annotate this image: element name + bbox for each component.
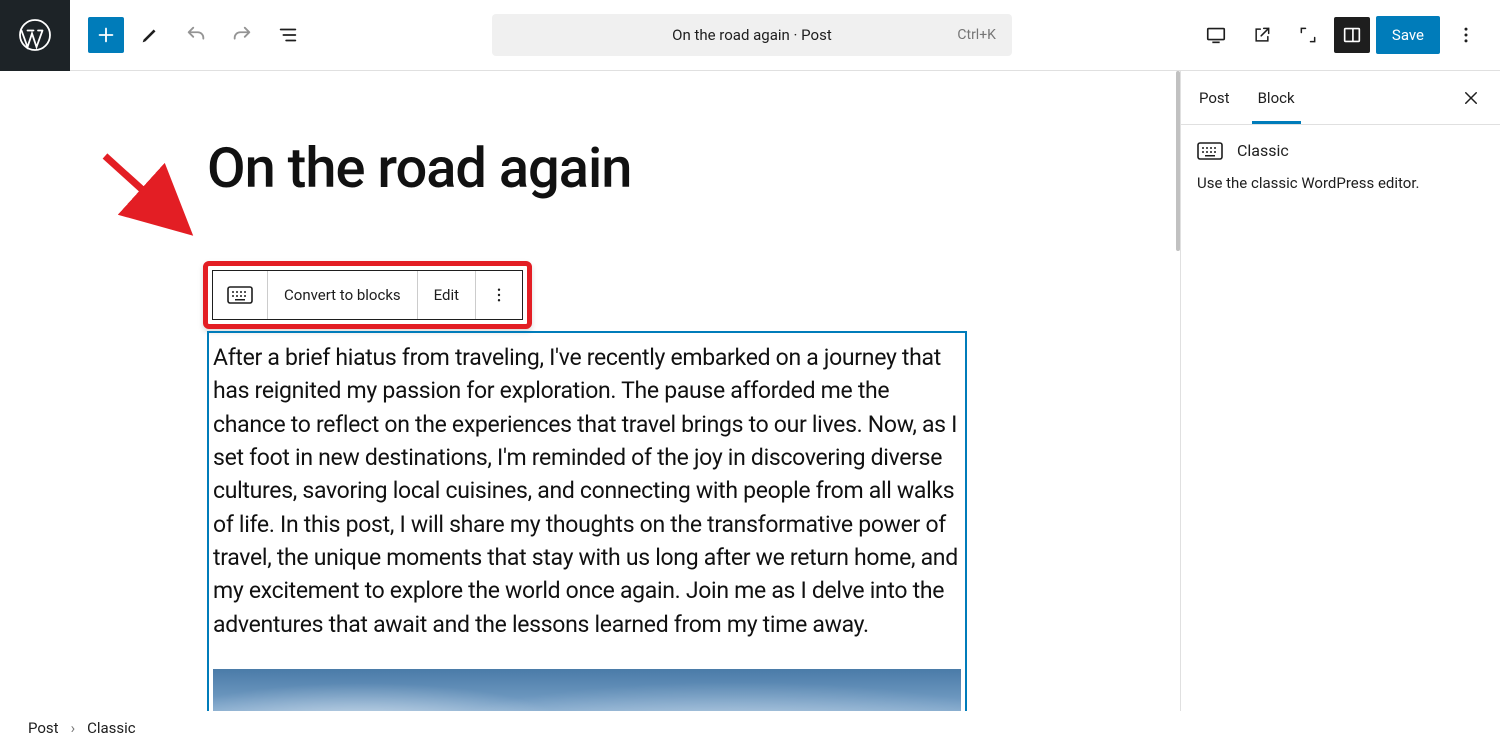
block-options-button[interactable] xyxy=(476,271,522,319)
toolbar-left-group xyxy=(70,15,308,55)
keyboard-icon xyxy=(227,286,253,304)
scrollbar[interactable] xyxy=(1176,71,1180,251)
redo-button[interactable] xyxy=(222,15,262,55)
editor-canvas: On the road again Convert to blocks Edit xyxy=(0,71,1180,711)
toolbar-right-group: Save xyxy=(1196,15,1500,55)
settings-sidebar: Post Block Classic Use the classic WordP… xyxy=(1180,71,1500,711)
document-title: On the road again · Post xyxy=(672,26,832,44)
close-sidebar-button[interactable] xyxy=(1446,77,1496,119)
block-toolbar-highlight: Convert to blocks Edit xyxy=(203,261,532,329)
classic-block[interactable]: After a brief hiatus from traveling, I'v… xyxy=(207,331,967,711)
add-block-button[interactable] xyxy=(88,17,124,53)
sidebar-tabs: Post Block xyxy=(1181,71,1500,125)
block-info-header: Classic xyxy=(1197,141,1484,160)
more-vertical-icon xyxy=(490,286,508,304)
document-overview-button[interactable] xyxy=(268,15,308,55)
undo-icon xyxy=(185,24,207,46)
save-button[interactable]: Save xyxy=(1376,16,1440,54)
wordpress-icon xyxy=(17,17,53,53)
keyboard-icon xyxy=(1197,142,1223,160)
breadcrumb-leaf[interactable]: Classic xyxy=(87,719,136,737)
sidebar-body: Classic Use the classic WordPress editor… xyxy=(1181,125,1500,211)
breadcrumb-root[interactable]: Post xyxy=(28,719,59,737)
edit-button[interactable]: Edit xyxy=(418,271,476,319)
block-toolbar: Convert to blocks Edit xyxy=(212,270,523,320)
settings-panel-toggle[interactable] xyxy=(1334,17,1370,53)
document-bar[interactable]: On the road again · Post Ctrl+K xyxy=(492,14,1012,56)
tab-post[interactable]: Post xyxy=(1185,73,1244,123)
document-bar-wrap: On the road again · Post Ctrl+K xyxy=(308,14,1196,56)
tab-block[interactable]: Block xyxy=(1244,73,1309,123)
redo-icon xyxy=(231,24,253,46)
chevron-right-icon: › xyxy=(71,719,76,737)
block-type-button[interactable] xyxy=(213,271,268,319)
breadcrumb: Post › Classic xyxy=(28,719,136,737)
view-desktop-button[interactable] xyxy=(1196,15,1236,55)
shortcut-hint: Ctrl+K xyxy=(957,27,996,43)
block-name-label: Classic xyxy=(1237,141,1289,160)
pencil-icon xyxy=(139,24,161,46)
workspace: On the road again Convert to blocks Edit xyxy=(0,71,1500,711)
options-menu-button[interactable] xyxy=(1446,15,1486,55)
editor-topbar: On the road again · Post Ctrl+K Save xyxy=(0,0,1500,71)
list-view-icon xyxy=(277,24,299,46)
block-description: Use the classic WordPress editor. xyxy=(1197,172,1484,195)
tools-button[interactable] xyxy=(130,15,170,55)
convert-to-blocks-button[interactable]: Convert to blocks xyxy=(268,271,418,319)
wordpress-logo[interactable] xyxy=(0,0,70,71)
desktop-icon xyxy=(1205,24,1227,46)
annotation-arrow-icon xyxy=(100,151,200,241)
close-icon xyxy=(1462,89,1480,107)
sidebar-icon xyxy=(1341,24,1363,46)
fullscreen-button[interactable] xyxy=(1288,15,1328,55)
view-external-button[interactable] xyxy=(1242,15,1282,55)
expand-icon xyxy=(1298,25,1318,45)
more-vertical-icon xyxy=(1456,25,1476,45)
plus-icon xyxy=(95,24,117,46)
post-title[interactable]: On the road again xyxy=(207,135,631,201)
post-image xyxy=(213,669,961,711)
post-body-text: After a brief hiatus from traveling, I'v… xyxy=(213,341,961,641)
undo-button[interactable] xyxy=(176,15,216,55)
external-icon xyxy=(1252,25,1272,45)
